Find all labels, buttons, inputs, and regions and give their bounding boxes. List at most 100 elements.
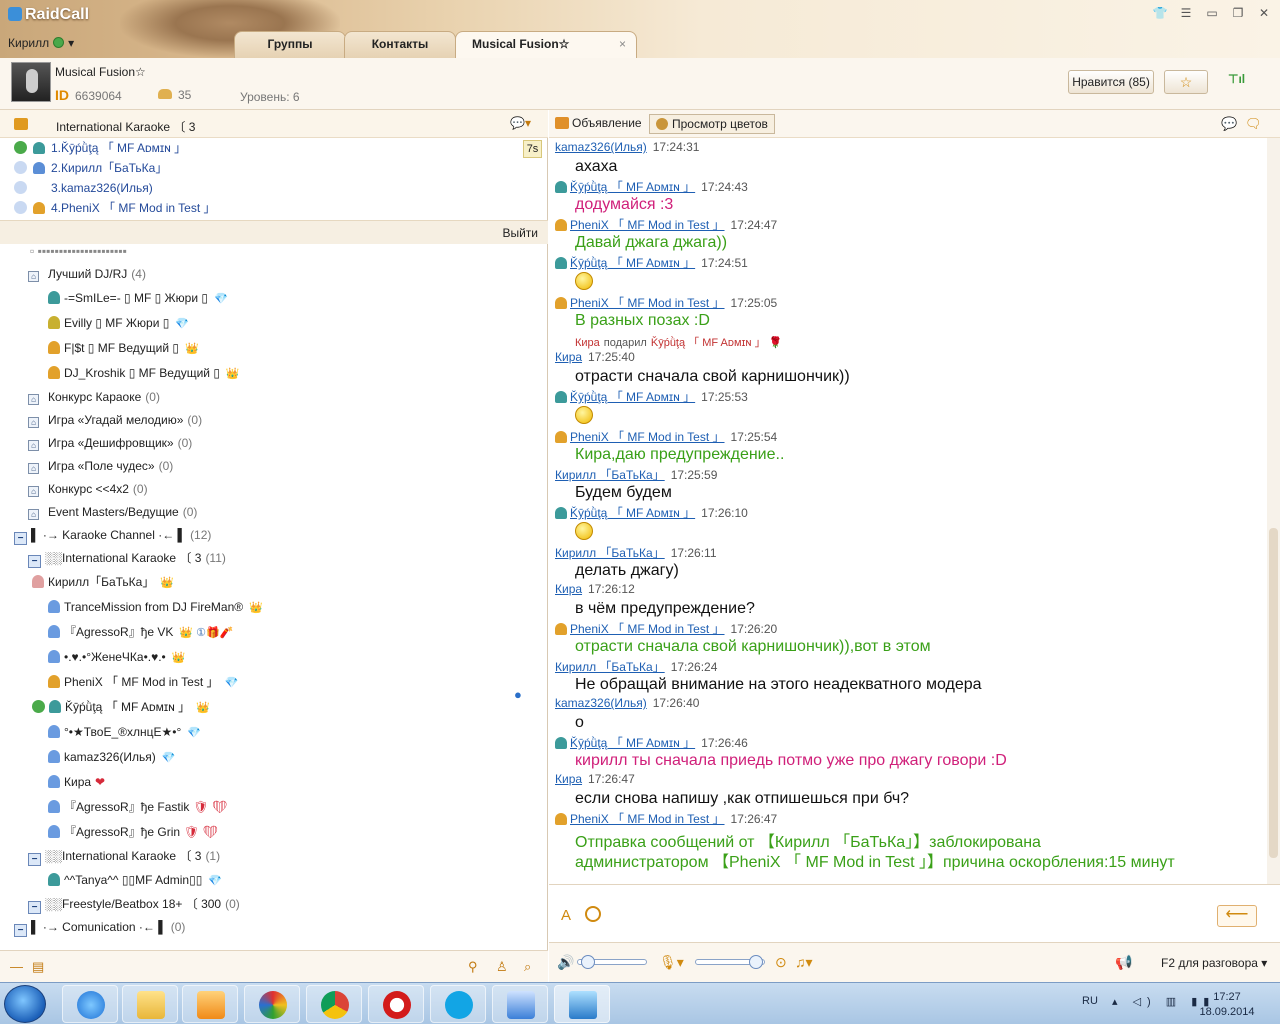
chat-author-link[interactable]: PheniX 「 MF Mod in Test 」 [570, 812, 725, 826]
announcement-button[interactable]: Объявление [555, 116, 642, 130]
user-item[interactable]: PheniX 「 MF Mod in Test 」 💎 [48, 671, 238, 693]
tab-room[interactable]: Musical Fusion☆ × [455, 31, 637, 58]
channel-item[interactable]: ⌂ Игра «Дешифровщик» (0) [28, 432, 192, 454]
font-format-icon[interactable]: A [561, 907, 571, 924]
search-icon[interactable]: ⌕ [524, 959, 531, 975]
channel-subgroup[interactable]: − ░░Freestyle/Beatbox 18+ 〔 300 (0) [28, 893, 240, 915]
user-item[interactable]: 『AgressoR』ђe VK 👑 ①🎁🧨 [48, 621, 233, 643]
view-flowers-button[interactable]: Просмотр цветов [649, 114, 775, 134]
user-item[interactable]: Ǩȳṕǜţą 「 MF Aᴅᴍɪɴ 」 👑 [32, 696, 210, 718]
collapse-icon[interactable]: − [28, 901, 41, 914]
speaker-volume-icon[interactable]: 🔊 [557, 954, 574, 971]
chat-author-link[interactable]: Кира [555, 350, 582, 364]
queue-item[interactable]: 4.PheniX 「 MF Mod in Test 」 [14, 198, 216, 218]
restore-icon[interactable]: ❐ [1230, 6, 1246, 20]
user-item[interactable]: 『AgressoR』ђe Fastik 🛡 ❤ [48, 796, 227, 818]
user-item[interactable]: °•★ТвоЕ_®хлнцЕ★•° 💎 [48, 721, 201, 743]
channel-item[interactable]: ⌂ Конкурс Караоке (0) [28, 386, 160, 408]
message-input[interactable] [611, 897, 1201, 931]
start-button[interactable] [4, 985, 46, 1023]
user-item[interactable]: kamaz326(Илья) 💎 [48, 746, 175, 768]
taskbar-app[interactable] [244, 985, 300, 1023]
close-tab-icon[interactable]: × [619, 32, 626, 57]
minimize-icon[interactable]: ▭ [1204, 6, 1220, 20]
channel-item[interactable]: ⌂ Игра «Угадай мелодию» (0) [28, 409, 202, 431]
music-note-icon[interactable]: ♫▾ [795, 954, 813, 971]
user-item[interactable]: ^^Tanya^^ ▯▯MF Admin▯▯ 💎 [48, 869, 222, 891]
user-item[interactable]: 『AgressoR』ђe Grin 🛡 ❤ [48, 821, 218, 843]
shirt-icon[interactable]: 👕 [1152, 6, 1168, 20]
chat-mode-icon[interactable]: 🗨 [1245, 116, 1262, 132]
chat-author-link[interactable]: kamaz326(Илья) [555, 696, 647, 710]
chat-author-link[interactable]: Кирилл 「БаТьКа」 [555, 660, 665, 674]
channel-subgroup[interactable]: − ░░International Karaoke 〔 3 (11) [28, 547, 226, 569]
slider-handle[interactable] [749, 955, 764, 969]
channel-group[interactable]: − ▌ ·→ Karaoke Channel ·← ▌ (12) [14, 524, 211, 546]
channel-info-icon[interactable]: ▤ [32, 959, 44, 975]
channel-subgroup[interactable]: − ░░International Karaoke 〔 3 (1) [28, 845, 220, 867]
mic-volume-slider[interactable] [695, 955, 765, 969]
chat-author-link[interactable]: Ǩȳṕǜţą 「 MF Aᴅᴍɪɴ 」 [570, 180, 695, 194]
chat-author-link[interactable]: PheniX 「 MF Mod in Test 」 [570, 622, 725, 636]
tab-groups[interactable]: Группы [234, 31, 346, 58]
user-item[interactable]: Кира ❤ [48, 771, 105, 793]
channel-group[interactable]: − ▌ ·→ Comunication ·← ▌ (0) [14, 916, 185, 938]
collapse-icon[interactable]: − [28, 555, 41, 568]
chat-author-link[interactable]: PheniX 「 MF Mod in Test 」 [570, 296, 725, 310]
user-item[interactable]: •.♥.•°ЖенеЧКа•.♥.• 👑 [48, 646, 185, 668]
user-item[interactable]: Evilly ▯ MF Жюри ▯ 💎 [48, 312, 189, 334]
chat-author-link[interactable]: Ǩȳṕǜţą 「 MF Aᴅᴍɪɴ 」 [570, 736, 695, 750]
close-icon[interactable]: ✕ [1256, 6, 1272, 20]
user-item[interactable]: TranceMission from DJ FireMan® 👑 [48, 596, 263, 618]
slider-handle[interactable] [580, 955, 595, 969]
channel-item[interactable]: ⌂ Event Masters/Ведущие (0) [28, 501, 197, 523]
queue-mode-dropdown-icon[interactable]: 💬▾ [510, 116, 531, 130]
taskbar-explorer[interactable] [122, 985, 178, 1023]
record-icon[interactable]: ⊙ [775, 954, 787, 971]
collapse-icon[interactable]: − [14, 924, 27, 937]
channel-item[interactable]: ⌂ Игра «Поле чудес» (0) [28, 455, 173, 477]
tab-contacts[interactable]: Контакты [344, 31, 456, 58]
chat-settings-icon[interactable]: 💬 [1221, 116, 1237, 132]
taskbar-opera[interactable] [368, 985, 424, 1023]
language-indicator[interactable]: RU [1082, 995, 1098, 1007]
emoji-icon[interactable] [585, 906, 601, 922]
taskbar-raidcall[interactable] [492, 985, 548, 1023]
chat-scrollbar[interactable] [1267, 138, 1280, 884]
chat-author-link[interactable]: kamaz326(Илья) [555, 140, 647, 154]
favorite-button[interactable]: ☆ [1164, 70, 1208, 94]
channel-item[interactable]: ⌂ Лучший DJ/RJ (4) [28, 263, 146, 285]
taskbar-skype[interactable] [430, 985, 486, 1023]
broadcast-icon[interactable]: 📢 [1115, 954, 1132, 971]
channel-item[interactable]: ⌂ Конкурс <<4x2 (0) [28, 478, 148, 500]
chat-author-link[interactable]: Ǩȳṕǜţą 「 MF Aᴅᴍɪɴ 」 [570, 506, 695, 520]
push-to-talk-mode[interactable]: F2 для разговора ▾ [1161, 956, 1267, 970]
collapse-icon[interactable]: − [28, 853, 41, 866]
locate-me-icon[interactable]: ⚲ [468, 959, 478, 975]
taskbar-control-panel[interactable] [554, 985, 610, 1023]
taskbar-chrome[interactable] [306, 985, 362, 1023]
collapse-icon[interactable]: − [14, 532, 27, 545]
taskbar-internet-explorer[interactable] [62, 985, 118, 1023]
chat-author-link[interactable]: Ǩȳṕǜţą 「 MF Aᴅᴍɪɴ 」 [570, 390, 695, 404]
list-icon[interactable]: ☰ [1178, 6, 1194, 20]
user-item[interactable]: F|$t ▯ MF Ведущий ▯ 👑 [48, 337, 199, 359]
chat-author-link[interactable]: Кирилл 「БаТьКа」 [555, 468, 665, 482]
chat-author-link[interactable]: PheniX 「 MF Mod in Test 」 [570, 430, 725, 444]
user-item[interactable]: -=SmILe=- ▯ MF ▯ Жюри ▯ 💎 [48, 287, 228, 309]
chat-author-link[interactable]: PheniX 「 MF Mod in Test 」 [570, 218, 725, 232]
user-item[interactable]: DJ_Kroshik ▯ MF Ведущий ▯ 👑 [48, 362, 240, 384]
collapse-all-icon[interactable]: — [10, 959, 23, 974]
chat-author-link[interactable]: Ǩȳṕǜţą 「 MF Aᴅᴍɪɴ 」 [570, 256, 695, 270]
clock[interactable]: 17:27 18.09.2014 [1192, 990, 1262, 1020]
chevron-down-icon[interactable]: ▾ [68, 36, 74, 50]
current-user-status[interactable]: Кирилл ▾ [8, 36, 74, 50]
speaker-volume-slider[interactable] [577, 955, 647, 969]
queue-item[interactable]: 2.Кирилл「БаТьКа」 [14, 158, 167, 178]
queue-item[interactable]: 1.Ǩȳṕǜţą 「 MF Aᴅᴍɪɴ 」 [14, 138, 186, 158]
user-item[interactable]: Кирилл「БаТьКа」 👑 [32, 571, 174, 593]
queue-item[interactable]: 3.kamaz326(Илья) [14, 178, 153, 198]
like-button[interactable]: Нравится (85) [1068, 70, 1154, 94]
microphone-icon[interactable]: 🎙▾ [659, 954, 684, 971]
exit-queue-button[interactable]: Выйти [502, 226, 538, 240]
